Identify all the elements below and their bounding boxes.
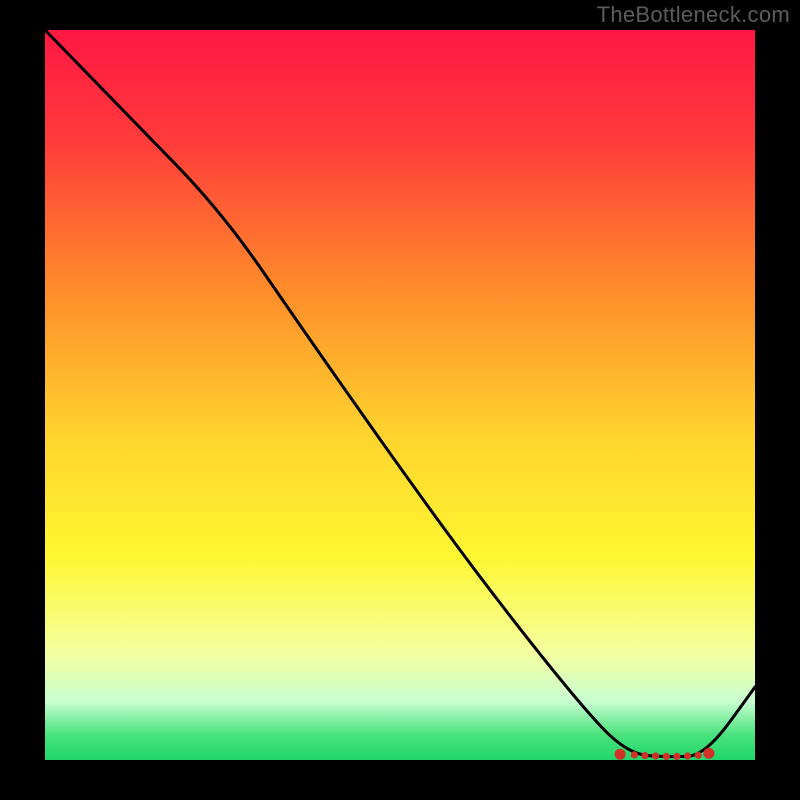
- marker-dot: [641, 752, 648, 759]
- marker-dot: [673, 753, 680, 760]
- marker-dot: [663, 753, 670, 760]
- plot-area: [45, 30, 755, 760]
- marker-dot: [615, 749, 626, 760]
- marker-dot: [684, 752, 691, 759]
- watermark-text: TheBottleneck.com: [597, 2, 790, 28]
- chart-frame: TheBottleneck.com: [0, 0, 800, 800]
- marker-dot: [703, 748, 714, 759]
- marker-dot: [695, 752, 702, 759]
- marker-dot: [631, 751, 638, 758]
- marker-dot: [652, 752, 659, 759]
- chart-svg: [45, 30, 755, 760]
